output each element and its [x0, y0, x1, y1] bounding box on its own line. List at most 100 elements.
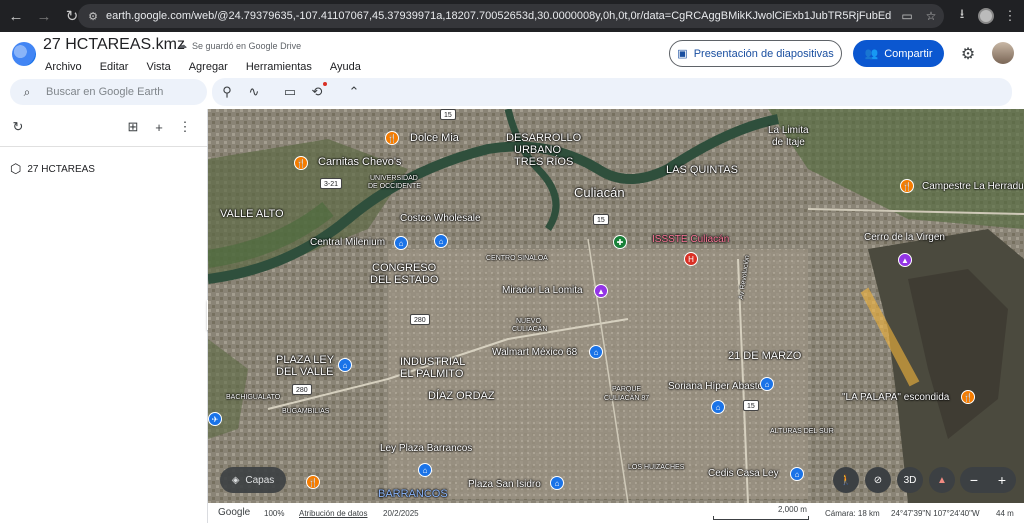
map-label: Campestre La Herradu — [922, 181, 1024, 192]
map-label: LOS HUIZACHES — [628, 464, 685, 471]
cast-icon[interactable]: ▭ — [898, 7, 916, 25]
browser-toolbar: ← → ↻ ⚙ earth.google.com/web/@24.7937963… — [0, 0, 1024, 32]
doc-title[interactable]: 27 HCTAREAS.kmz — [43, 36, 185, 54]
shopping-pin-icon[interactable]: ⌂ — [434, 234, 448, 248]
profile-icon[interactable] — [974, 4, 998, 28]
location-off-icon[interactable]: ⊘ — [865, 467, 891, 493]
project-item[interactable]: ⬡ 27 HCTAREAS — [10, 161, 95, 177]
highway-shield: 3-21 — [320, 178, 343, 189]
imagery-date: 20/2/2025 — [383, 509, 419, 518]
highway-shield: 15 — [440, 109, 456, 120]
shopping-pin-icon[interactable]: ⌂ — [589, 345, 603, 359]
map-label: BARRANCOS — [378, 488, 448, 500]
restaurant-pin-icon[interactable]: 🍴 — [385, 131, 399, 145]
map-label: Dolce Mia — [410, 132, 459, 144]
map-label: Costco Wholesale — [400, 213, 481, 224]
transit-pin-icon[interactable]: ✈ — [208, 412, 222, 426]
shopping-pin-icon[interactable]: ⌂ — [790, 467, 804, 481]
shopping-pin-icon[interactable]: ⌂ — [711, 400, 725, 414]
people-icon: 👥 — [864, 48, 879, 60]
map-label: DEL ESTADO — [370, 274, 439, 286]
menu-vista[interactable]: Vista — [137, 59, 179, 75]
refresh-icon[interactable]: ↻ — [10, 119, 26, 135]
add-icon[interactable]: + — [151, 119, 167, 135]
save-status: ☁ Se guardó en Google Drive — [178, 40, 302, 51]
street-view-pegman-icon[interactable]: 🚶 — [833, 467, 859, 493]
highway-shield: 280 — [410, 314, 430, 325]
satellite-imagery — [208, 109, 1024, 503]
layers-button[interactable]: ◈ Capas — [220, 467, 286, 493]
new-folder-icon[interactable]: ⊞ — [125, 119, 141, 135]
url-text[interactable]: earth.google.com/web/@24.79379635,-107.4… — [106, 10, 892, 22]
shopping-pin-icon[interactable]: ⌂ — [338, 358, 352, 372]
placemark-icon[interactable]: ⚲ — [217, 82, 237, 102]
landmark-pin-icon[interactable]: ▲ — [594, 284, 608, 298]
map-label: CULIACÁN 87 — [604, 395, 650, 402]
toggle-3d-button[interactable]: 3D — [897, 467, 923, 493]
map-label: EL PALMITO — [400, 368, 464, 380]
menu-herramientas[interactable]: Herramientas — [237, 59, 321, 75]
layers-icon: ◈ — [231, 474, 240, 486]
history-icon[interactable]: ⟲ — [307, 82, 327, 102]
chevron-up-icon[interactable]: ⌃ — [344, 82, 364, 102]
restaurant-pin-icon[interactable]: 🍴 — [306, 475, 320, 489]
map-label: INDUSTRIAL — [400, 356, 466, 368]
path-icon[interactable]: ∿ — [244, 82, 264, 102]
map-view[interactable]: Dolce Mia DESARROLLO URBANO TRES RÍOS La… — [208, 109, 1024, 503]
menu-agregar[interactable]: Agregar — [180, 59, 237, 75]
menu-ayuda[interactable]: Ayuda — [321, 59, 370, 75]
forward-icon[interactable]: → — [32, 4, 56, 28]
share-button[interactable]: 👥 Compartir — [853, 40, 944, 67]
restaurant-pin-icon[interactable]: 🍴 — [900, 179, 914, 193]
ruler-icon[interactable]: ▭ — [280, 82, 300, 102]
search-icon: ⌕ — [23, 84, 31, 99]
landmark-pin-icon[interactable]: ▲ — [898, 253, 912, 267]
browser-menu-icon[interactable]: ⋮ — [998, 4, 1022, 28]
shopping-pin-icon[interactable]: ⌂ — [394, 236, 408, 250]
map-label: Culiacán — [574, 185, 625, 200]
search-box[interactable]: ⌕ — [10, 79, 207, 105]
map-label: NUEVO — [516, 318, 541, 325]
download-icon[interactable]: ⭳ — [950, 4, 974, 28]
presentation-button[interactable]: ▣ Presentación de diapositivas — [669, 40, 842, 67]
back-icon[interactable]: ← — [4, 4, 28, 28]
map-label: VALLE ALTO — [220, 208, 284, 220]
google-logo: Google — [218, 507, 251, 518]
shopping-pin-icon[interactable]: ⌂ — [760, 377, 774, 391]
app-header: 27 HCTAREAS.kmz ☁ Se guardó en Google Dr… — [0, 32, 1024, 78]
zoom-in-icon[interactable]: + — [998, 472, 1006, 488]
hospital-pin-icon[interactable]: ✚ — [613, 235, 627, 249]
map-label: DEL VALLE — [276, 366, 334, 378]
hospital-pin-icon[interactable]: H — [684, 252, 698, 266]
more-vert-icon[interactable]: ⋮ — [177, 119, 193, 135]
gear-icon[interactable]: ⚙ — [958, 44, 978, 64]
menu-editar[interactable]: Editar — [91, 59, 138, 75]
restaurant-pin-icon[interactable]: 🍴 — [961, 390, 975, 404]
shopping-pin-icon[interactable]: ⌂ — [418, 463, 432, 477]
map-label: BUGAMBILIAS — [282, 408, 330, 415]
address-bar[interactable]: ⚙ earth.google.com/web/@24.79379635,-107… — [78, 4, 944, 28]
map-label: Cedis Casa Ley — [708, 468, 779, 479]
map-label: UNIVERSIDAD — [370, 175, 418, 182]
menu-archivo[interactable]: Archivo — [36, 59, 91, 75]
map-label: Ley Plaza Barrancos — [380, 443, 473, 454]
compass-icon[interactable]: ▲ — [929, 467, 955, 493]
bookmark-star-icon[interactable]: ☆ — [922, 7, 940, 25]
map-toolbar: ⚲ ∿ ▭ ⟲ ⌃ — [212, 78, 1012, 106]
shopping-pin-icon[interactable]: ⌂ — [550, 476, 564, 490]
map-label: ALTURAS DEL SUR — [770, 428, 834, 435]
search-input[interactable] — [46, 86, 196, 98]
sidebar-toolbar: ↻ ⊞ + ⋮ — [0, 109, 207, 147]
restaurant-pin-icon[interactable]: 🍴 — [294, 156, 308, 170]
map-label: TRES RÍOS — [514, 156, 574, 168]
avatar[interactable] — [992, 42, 1014, 64]
highway-shield: 280 — [292, 384, 312, 395]
zoom-level: 100% — [264, 509, 285, 518]
data-attribution-link[interactable]: Atribución de datos — [299, 509, 368, 518]
google-earth-logo-icon[interactable] — [12, 42, 36, 66]
map-label: Central Milenium — [310, 237, 386, 248]
site-info-icon[interactable]: ⚙ — [86, 9, 100, 23]
zoom-out-icon[interactable]: − — [970, 472, 978, 488]
map-label: URBANO — [514, 144, 562, 156]
map-label: LAS QUINTAS — [666, 164, 738, 176]
